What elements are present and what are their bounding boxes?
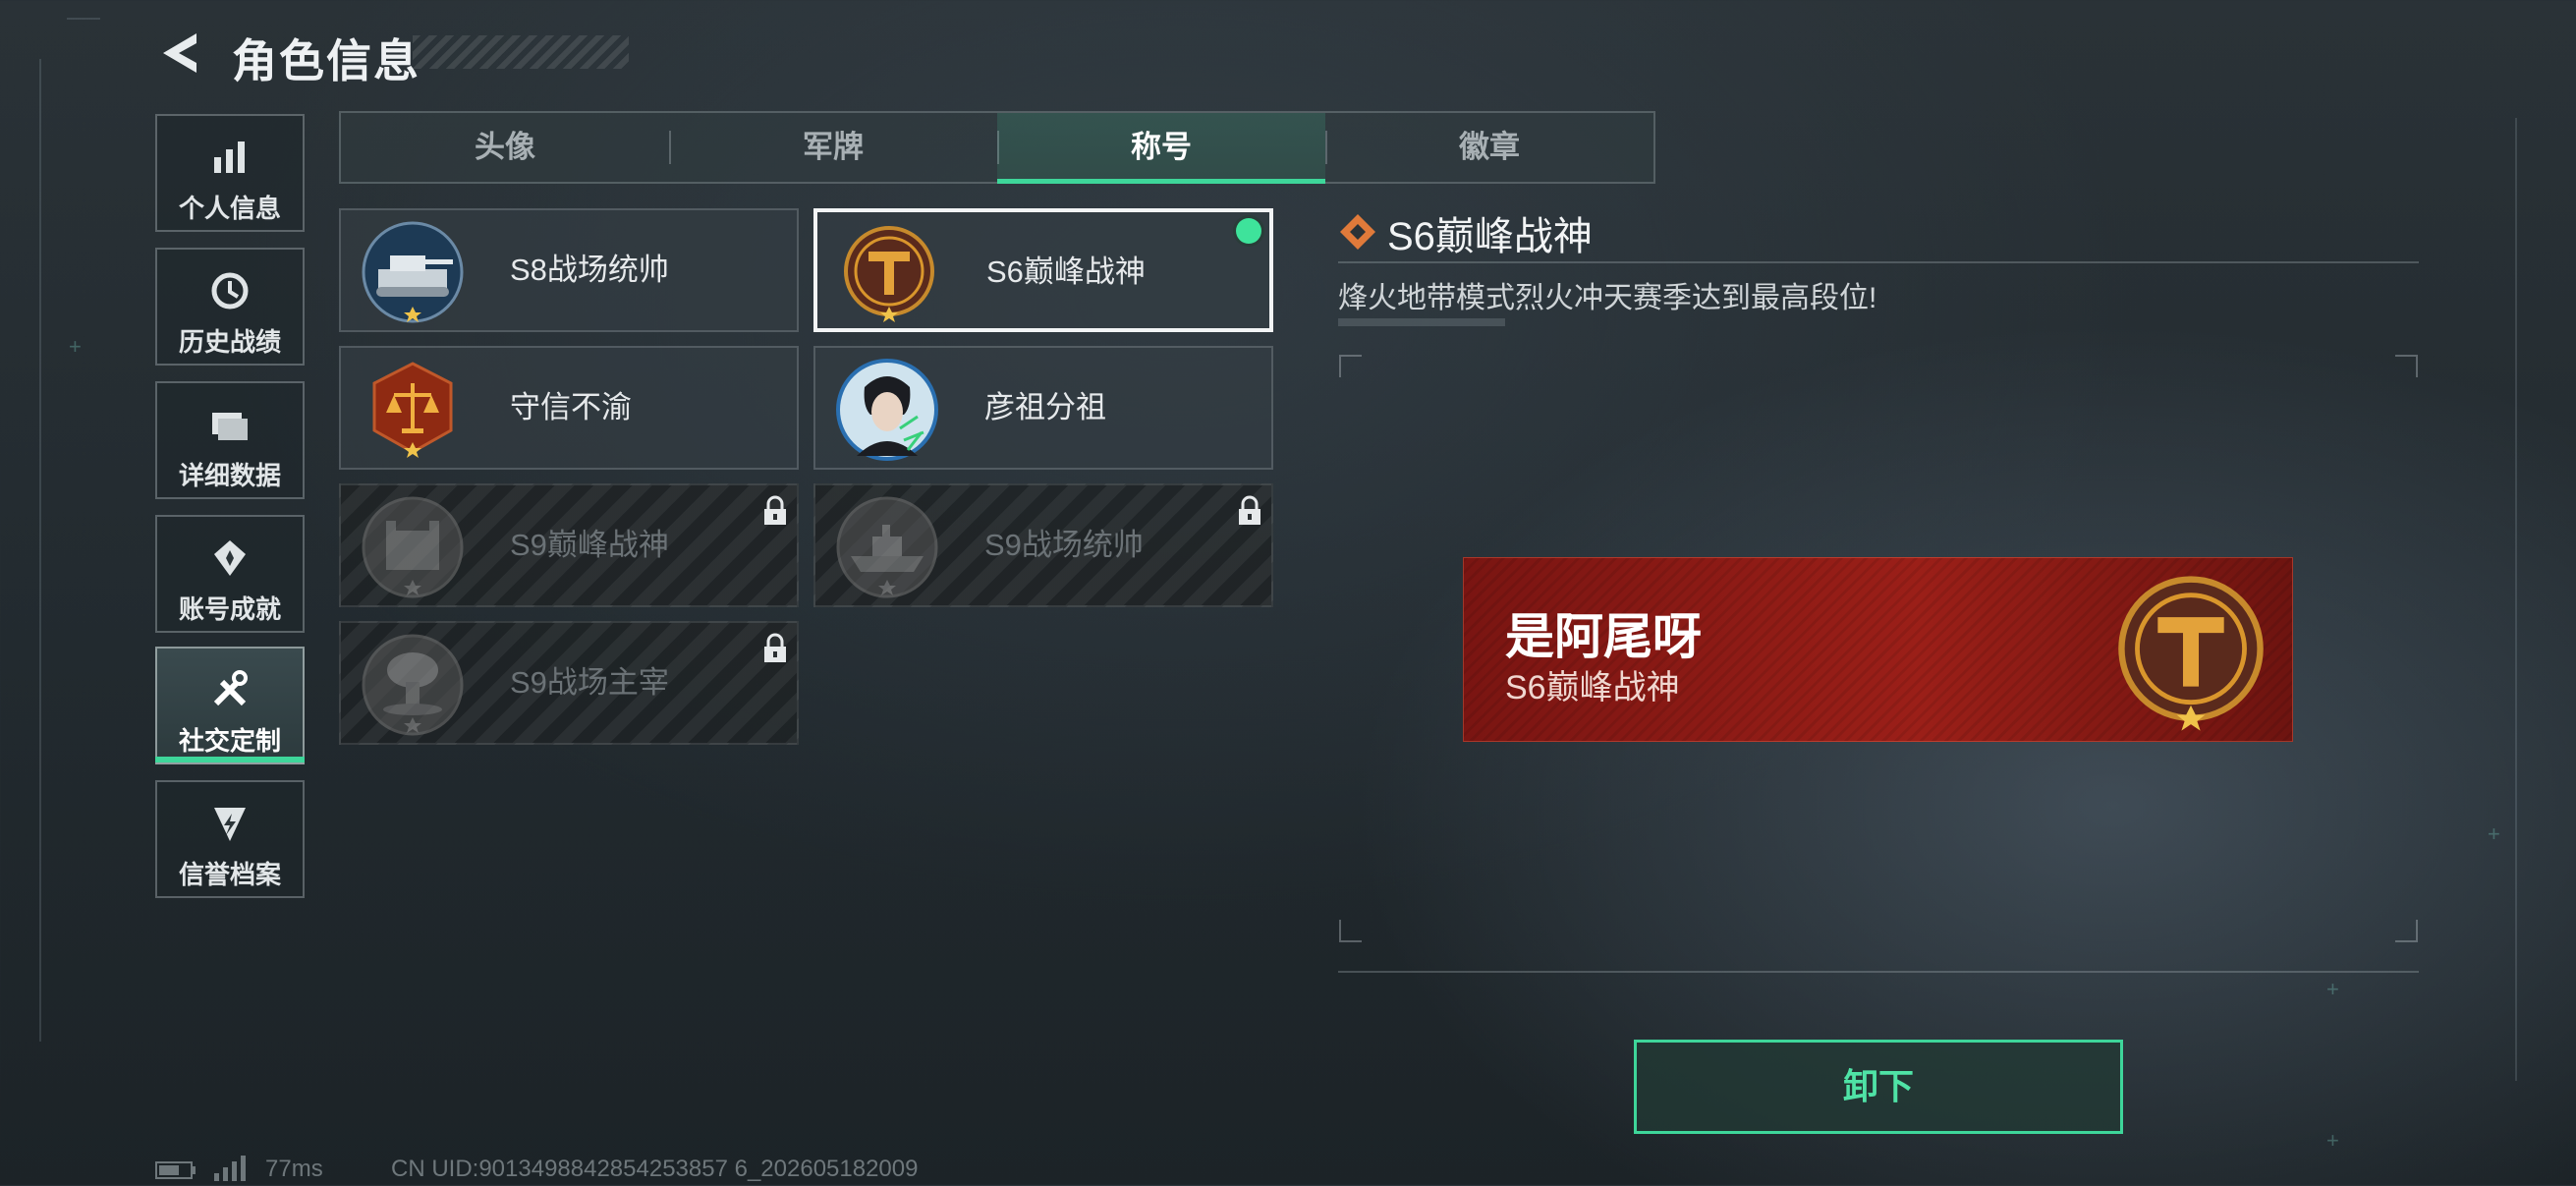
folder-icon [208,403,252,446]
equipped-indicator [1236,218,1261,244]
gold-t-medal-icon [837,222,941,326]
fortress-medal-icon [361,495,465,599]
sidebar-item-label: 社交定制 [178,726,281,756]
reputation-icon [208,802,252,845]
sidebar-item-label: 账号成就 [178,594,281,624]
crosshair-icon: + [2326,1128,2339,1153]
sidebar-item-personal-info[interactable]: 个人信息 [155,114,305,232]
history-icon [208,269,252,312]
divider [1338,971,2419,973]
signal-icon [212,1156,248,1181]
lock-icon [761,495,789,527]
title-card[interactable]: S8战场统帅 [339,208,799,332]
lock-icon [1236,495,1263,527]
sidebar-active-indicator [155,757,305,762]
sidebar-item-label: 信誉档案 [178,860,281,889]
title-name: 守信不渝 [510,390,632,424]
back-arrow-icon[interactable] [155,28,204,79]
sidebar-item-detailed-data[interactable]: 详细数据 [155,381,305,499]
tab-dogtag[interactable]: 军牌 [669,113,997,182]
crosshair-icon: + [69,334,82,359]
tank-medal-icon [361,220,465,324]
hud-line [67,18,100,20]
title-card-selected[interactable]: S6巅峰战神 [813,208,1273,332]
achievement-icon [208,537,252,580]
bar-chart-icon [208,136,252,179]
battery-icon [155,1161,196,1179]
ping-readout: 77ms [265,1156,323,1182]
sidebar-item-label: 详细数据 [178,461,281,490]
crosshair-icon: + [2326,977,2339,1001]
tools-icon [208,668,252,711]
page-title: 角色信息 [232,35,420,86]
sidebar-item-social-custom[interactable]: 社交定制 [155,647,305,764]
hud-line [39,59,41,1042]
sidebar-item-label: 历史战绩 [178,327,281,357]
lock-icon [761,633,789,664]
tab-badge[interactable]: 徽章 [1325,113,1653,182]
category-tabs: 头像 军牌 称号 徽章 [339,111,1655,184]
scales-medal-icon [361,358,465,462]
detail-description: 烽火地带模式烈火冲天赛季达到最高段位! [1338,282,1877,314]
warship-medal-icon [835,495,939,599]
title-name: 彦祖分祖 [984,390,1106,424]
gold-t-medal-icon [2107,570,2274,737]
title-card-locked[interactable]: S9战场统帅 [813,483,1273,607]
title-card-locked[interactable]: S9巅峰战神 [339,483,799,607]
title-name: S6巅峰战神 [986,254,1146,289]
banner-title: S6巅峰战神 [1505,669,1680,706]
title-name: S8战场统帅 [510,253,669,287]
tab-title[interactable]: 称号 [997,113,1325,184]
diamond-icon [1338,212,1377,252]
player-name: 是阿尾呀 [1505,609,1702,664]
title-preview-banner: 是阿尾呀 S6巅峰战神 [1463,557,2293,742]
portrait-medal-icon [835,358,939,462]
title-card-locked[interactable]: S9战场主宰 [339,621,799,745]
hud-line [2515,118,2517,1081]
sidebar-item-label: 个人信息 [178,194,281,223]
title-card[interactable]: 彦祖分祖 [813,346,1273,470]
title-name: S9巅峰战神 [510,528,669,562]
decoration-bar [1338,318,1505,326]
crosshair-icon: + [2488,821,2500,846]
sidebar-item-match-history[interactable]: 历史战绩 [155,248,305,366]
title-decoration [413,35,629,69]
title-name: S9战场统帅 [984,528,1144,562]
title-name: S9战场主宰 [510,665,669,700]
uid-text: CN UID:9013498842854253857 6_20260518200… [391,1156,919,1182]
sidebar-item-achievements[interactable]: 账号成就 [155,515,305,633]
sidebar-item-reputation[interactable]: 信誉档案 [155,780,305,898]
tab-avatar[interactable]: 头像 [341,113,669,182]
detail-title: S6巅峰战神 [1387,215,1593,258]
title-card[interactable]: 守信不渝 [339,346,799,470]
explosion-medal-icon [361,633,465,737]
unequip-button[interactable]: 卸下 [1634,1040,2123,1134]
divider [1338,261,2419,263]
